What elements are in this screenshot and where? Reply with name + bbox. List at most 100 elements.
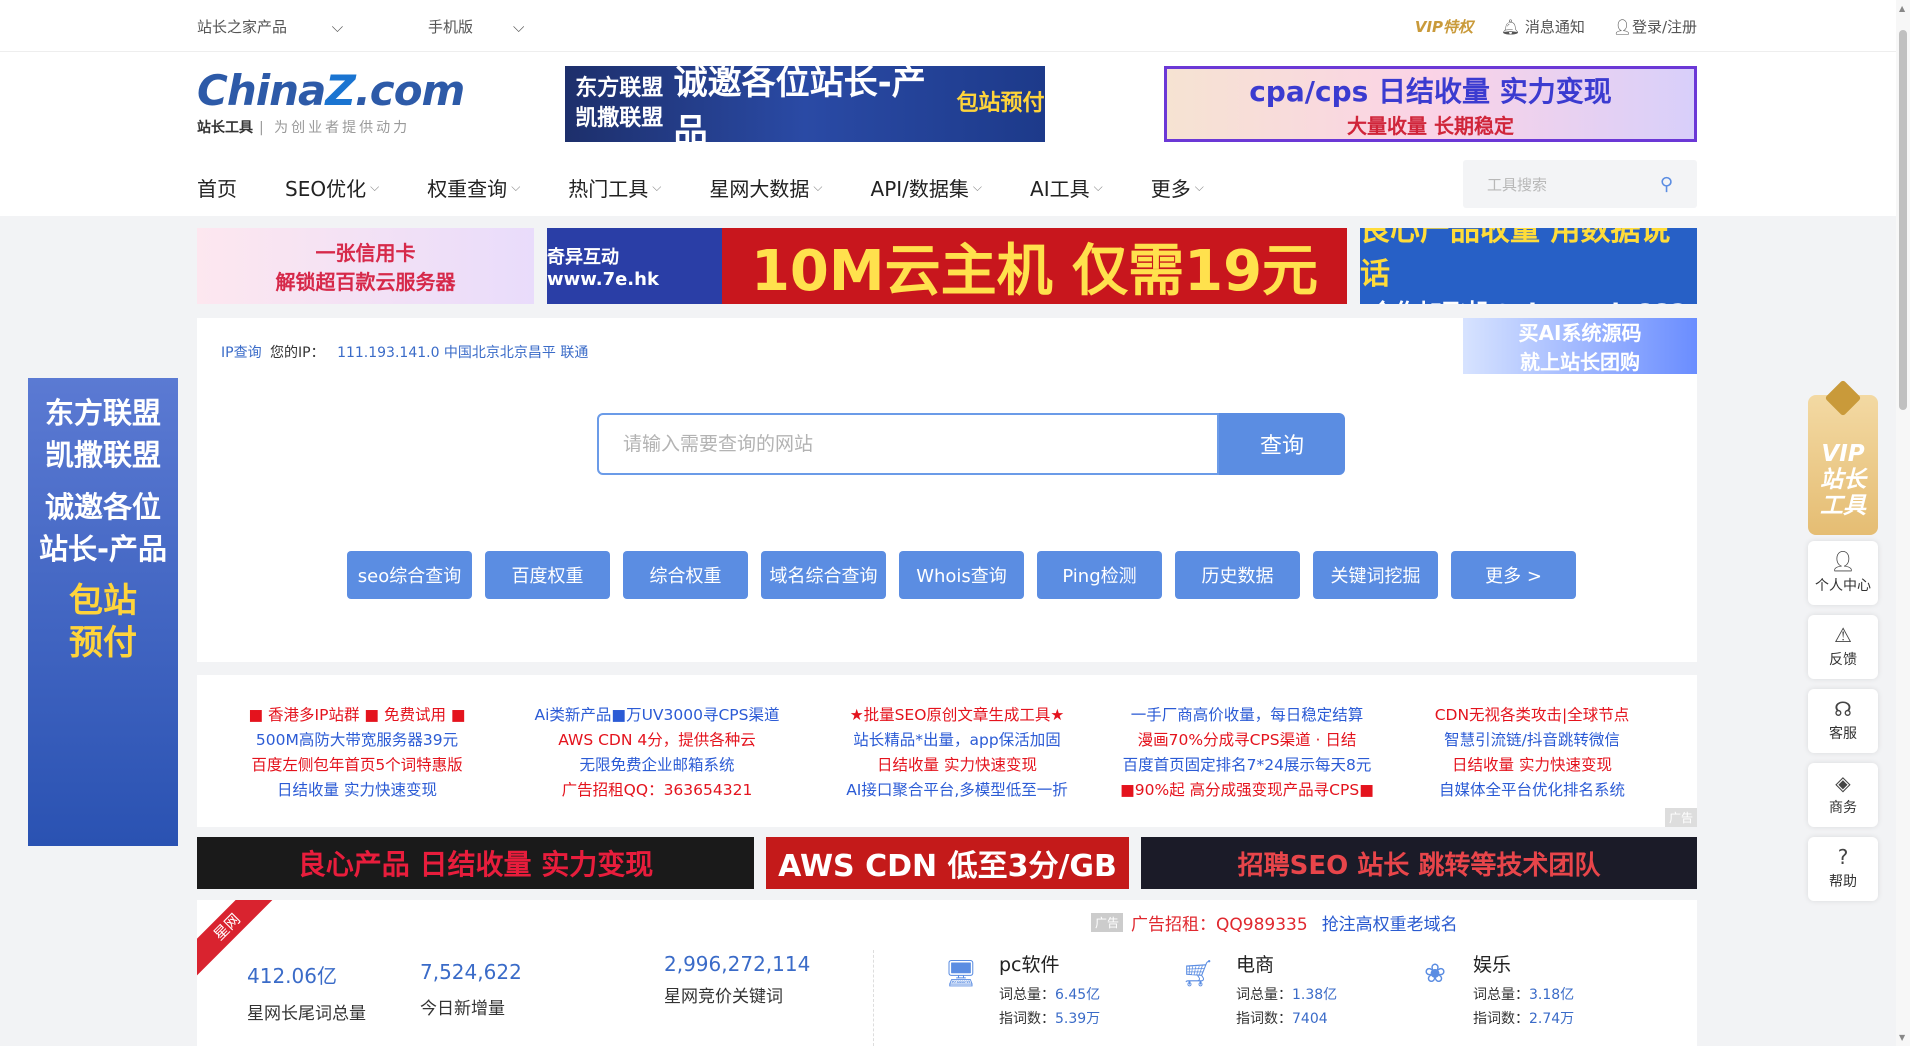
nav-ai-tools[interactable]: AI工具 ⌵: [1030, 173, 1103, 202]
banner-cpa-ad[interactable]: cpa/cps 日结收量 实力变现 大量收量 长期稳定: [1164, 66, 1697, 142]
side-customer-service[interactable]: ☊ 客服: [1808, 689, 1878, 753]
text-ad-col-5: CDN无视各类攻击|全球节点 智慧引流链/抖音跳转微信 日结收量 实力快速变现 …: [1382, 703, 1682, 803]
side-business[interactable]: ◈ 商务: [1808, 763, 1878, 827]
ad-cloud-host[interactable]: 奇异互动 www.7e.hk 10M云主机 仅需19元: [547, 228, 1347, 304]
site-search-input[interactable]: [597, 413, 1219, 475]
ad-credit-line2: 解锁超百款云服务器: [275, 270, 456, 294]
text-ad-link[interactable]: 广告招租QQ：363654321: [507, 778, 807, 803]
quick-overall-weight[interactable]: 综合权重: [623, 551, 748, 599]
scrollbar-thumb[interactable]: [1899, 30, 1907, 410]
ad-aws-cdn[interactable]: AWS CDN 低至3分/GB: [766, 837, 1129, 889]
left-vertical-ad[interactable]: 东方联盟 凯撒联盟 诚邀各位 站长-产品 包站 预付: [28, 378, 178, 846]
ad-credit-card[interactable]: 一张信用卡 解锁超百款云服务器: [197, 228, 534, 304]
text-ad-link[interactable]: AWS CDN 4分，提供各种云: [507, 728, 807, 753]
nav-weight[interactable]: 权重查询 ⌵: [427, 173, 520, 202]
nav-label: 首页: [197, 176, 237, 201]
text-ad-link[interactable]: ■90%起 高分成强变现产品寻CPS■: [1097, 778, 1397, 803]
ad-chengxin[interactable]: 良心产品收量 用数据说话 合作加飞机@chengxin882: [1360, 228, 1697, 304]
side-label: 客服: [1829, 726, 1857, 742]
left-ad-line: 东方联盟: [44, 396, 161, 430]
left-ad-line: 凯撒联盟: [44, 438, 161, 472]
category-name: 娱乐: [1473, 954, 1512, 976]
login-link[interactable]: 👤︎登录/注册: [1613, 16, 1697, 37]
site-logo[interactable]: ChinaZ.com 站长工具 | 为创业者提供动力: [197, 66, 497, 146]
text-ad-link[interactable]: CDN无视各类攻击|全球节点: [1382, 703, 1682, 728]
quick-domain-query[interactable]: 域名综合查询: [761, 551, 886, 599]
diamond-icon: [1824, 379, 1862, 417]
mobile-menu[interactable]: 手机版 ⌵: [428, 18, 564, 36]
side-personal-center[interactable]: 👤︎ 个人中心: [1808, 541, 1878, 605]
text-ad-link[interactable]: 智慧引流链/抖音跳转微信: [1382, 728, 1682, 753]
quick-whois[interactable]: Whois查询: [899, 551, 1024, 599]
stat-label: 星网竞价关键词: [664, 987, 783, 1007]
recruit-link[interactable]: 广告招租：QQ989335: [1131, 910, 1308, 935]
text-ad-link[interactable]: AI接口聚合平台,多模型低至一折: [807, 778, 1107, 803]
tool-search-placeholder: 工具搜索: [1487, 175, 1548, 194]
ad-ai-line2: 就上站长团购: [1520, 350, 1640, 374]
scroll-up-icon[interactable]: ▲: [1899, 4, 1905, 13]
search-icon[interactable]: ⚲: [1660, 174, 1673, 195]
text-ad-link[interactable]: 日结收量 实力快速变现: [807, 753, 1107, 778]
text-ad-link[interactable]: ★批量SEO原创文章生成工具★: [807, 703, 1107, 728]
quick-keyword[interactable]: 关键词挖掘: [1313, 551, 1438, 599]
nav-label: 星网大数据: [709, 176, 810, 201]
quick-seo-query[interactable]: seo综合查询: [347, 551, 472, 599]
text-ad-link[interactable]: 漫画70%分成寻CPS渠道 · 日结: [1097, 728, 1397, 753]
nav-hot-tools[interactable]: 热门工具 ⌵: [568, 173, 661, 202]
text-ad-link[interactable]: Ai类新产品■万UV3000寻CPS渠道: [507, 703, 807, 728]
quick-baidu-weight[interactable]: 百度权重: [485, 551, 610, 599]
index-value: 5.39万: [1055, 1011, 1101, 1027]
text-ad-link[interactable]: 百度左侧包年首页5个词特惠版: [207, 753, 507, 778]
ad-ai-source[interactable]: 买AI系统源码 就上站长团购: [1463, 318, 1697, 374]
text-ad-link[interactable]: 日结收量 实力快速变现: [1382, 753, 1682, 778]
top-bar: 站长之家产品 ⌵ 手机版 ⌵ VIP特权 🔔︎ 消息通知 👤︎登录/注册: [0, 0, 1910, 52]
side-feedback[interactable]: ⚠︎ 反馈: [1808, 615, 1878, 679]
ad-recruit-seo[interactable]: 招聘SEO 站长 跳转等技术团队: [1141, 837, 1697, 889]
chevron-down-icon: ⌵: [511, 179, 521, 194]
nav-seo[interactable]: SEO优化 ⌵: [285, 173, 379, 202]
index-label: 指词数：: [1236, 1011, 1292, 1027]
quick-more[interactable]: 更多 >: [1451, 551, 1576, 599]
register-domain-link[interactable]: 抢注高权重老域名: [1322, 910, 1458, 935]
ip-value-link[interactable]: 111.193.141.0 中国北京北京昌平 联通: [337, 345, 588, 361]
quick-ping[interactable]: Ping检测: [1037, 551, 1162, 599]
scroll-down-icon[interactable]: ▼: [1899, 1033, 1905, 1042]
ad-liangxin[interactable]: 良心产品 日结收量 实力变现: [197, 837, 754, 889]
text-ad-col-4: 一手厂商高价收量，每日稳定结算 漫画70%分成寻CPS渠道 · 日结 百度首页固…: [1097, 703, 1397, 803]
text-ad-link[interactable]: 500M高防大带宽服务器39元: [207, 728, 507, 753]
logo-text-a: China: [197, 66, 326, 115]
page-scrollbar[interactable]: ▲ ▼: [1896, 0, 1910, 1046]
text-ad-link[interactable]: 无限免费企业邮箱系统: [507, 753, 807, 778]
notify-link[interactable]: 🔔︎ 消息通知: [1501, 16, 1585, 37]
side-help[interactable]: ? 帮助: [1808, 837, 1878, 901]
category-entertainment[interactable]: ❀ 娱乐 词总量：3.18亿 指词数：2.74万: [1411, 950, 1574, 1031]
text-ad-link[interactable]: 日结收量 实力快速变现: [207, 778, 507, 803]
products-menu[interactable]: 站长之家产品 ⌵: [197, 18, 383, 36]
ad-tag: 广告: [1664, 808, 1697, 827]
stat-value: 412.06亿: [247, 964, 337, 988]
text-ad-link[interactable]: 百度首页固定排名7*24展示每天8元: [1097, 753, 1397, 778]
nav-bigdata[interactable]: 星网大数据 ⌵: [709, 173, 822, 202]
nav-more[interactable]: 更多 ⌵: [1151, 173, 1204, 202]
left-ad-line: 站长-产品: [38, 532, 168, 566]
category-pc-software[interactable]: 🖥︎ pc软件 词总量：6.45亿 指词数：5.39万: [937, 950, 1100, 1031]
text-ad-link[interactable]: 一手厂商高价收量，每日稳定结算: [1097, 703, 1397, 728]
banner-union-ad[interactable]: 东方联盟 凯撒联盟 诚邀各位站长-产品 包站预付: [565, 66, 1045, 142]
logo-slogan: | 为创业者提供动力: [259, 120, 411, 136]
site-search: 查询: [597, 413, 1345, 475]
quick-history[interactable]: 历史数据: [1175, 551, 1300, 599]
text-ad-link[interactable]: ■ 香港多IP站群 ■ 免费试用 ■: [207, 703, 507, 728]
help-icon: ?: [1837, 845, 1849, 869]
tool-search-input[interactable]: 工具搜索 ⚲: [1463, 160, 1697, 208]
category-ecommerce[interactable]: 🛒︎ 电商 词总量：1.38亿 指词数：7404: [1174, 950, 1337, 1031]
nav-api[interactable]: API/数据集 ⌵: [871, 173, 983, 202]
text-ad-link[interactable]: 站长精品*出量，app保活加固: [807, 728, 1107, 753]
ip-query-link[interactable]: IP查询: [221, 345, 262, 361]
vip-tools-button[interactable]: VIP 站长 工具: [1808, 379, 1878, 535]
vip-label: 站长: [1820, 467, 1866, 493]
nav-home[interactable]: 首页: [197, 173, 237, 202]
text-ad-link[interactable]: 自媒体全平台优化排名系统: [1382, 778, 1682, 803]
vip-link[interactable]: VIP特权: [1415, 16, 1473, 37]
user-icon: 👤︎: [1830, 549, 1856, 573]
query-button[interactable]: 查询: [1219, 413, 1345, 475]
